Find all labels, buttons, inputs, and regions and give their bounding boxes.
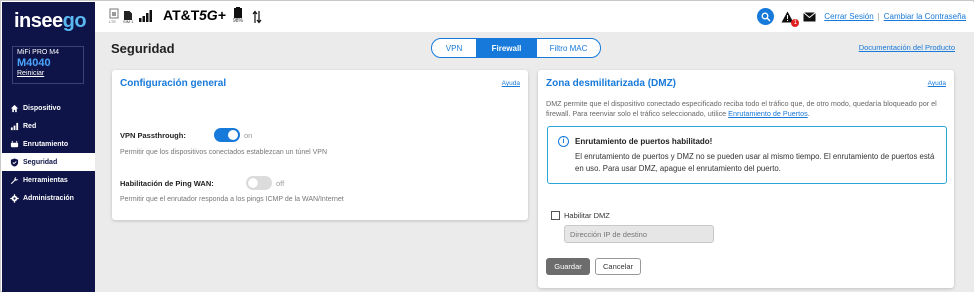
tab-vpn[interactable]: VPN (432, 39, 477, 57)
change-password-link[interactable]: Cambiar la Contraseña (884, 12, 966, 21)
sidebar-nav: Dispositivo Red Enrutamiento Seguridad H… (2, 99, 95, 207)
wan-ping-toggle[interactable] (246, 176, 272, 190)
port-routing-alert: i Enrutamiento de puertos habilitado! El… (547, 126, 947, 184)
wan-ping-description: Permitir que el enrutador responda a los… (120, 196, 344, 203)
carrier-name: AT&T (163, 7, 200, 23)
link-separator: | (877, 12, 880, 21)
sidebar-item-label: Red (23, 122, 37, 130)
info-icon: i (558, 136, 569, 147)
enable-dmz-label: Habilitar DMZ (564, 211, 610, 220)
sim-icon: SIM 1 (123, 8, 137, 24)
sidebar-item-label: Dispositivo (23, 104, 61, 112)
main-content: Seguridad VPN Firewall Filtro MAC Docume… (95, 32, 974, 292)
logo-text: insee (14, 10, 63, 32)
vpn-description: Permitir que los dispositivos conectados… (120, 149, 327, 156)
svg-text:LTE: LTE (109, 19, 116, 24)
search-icon (761, 12, 771, 21)
shield-icon (10, 157, 19, 167)
status-icons: LTE SIM 1 (109, 8, 153, 24)
lte-icon: LTE (109, 8, 119, 24)
gear-icon (10, 193, 19, 203)
toggle-knob (228, 130, 238, 140)
sidebar-item-dispositivo[interactable]: Dispositivo (2, 99, 95, 117)
logo-text-accent: go (62, 10, 87, 32)
alert-body: El enrutamiento de puertos y DMZ no se p… (575, 152, 935, 173)
routing-icon (10, 140, 19, 149)
sidebar-item-seguridad[interactable]: Seguridad (2, 153, 95, 171)
battery-status: 98% (233, 6, 245, 28)
inseego-logo[interactable]: inseego (14, 10, 87, 33)
home-icon (10, 104, 19, 113)
app-window: inseego MiFi PRO M4 M4040 Reiniciar Disp… (0, 0, 974, 292)
sidebar-item-administracion[interactable]: Administración (2, 189, 95, 207)
alerts-button[interactable]: 1 (781, 10, 800, 27)
dmz-card: Zona desmilitarizada (DMZ) Ayuda DMZ per… (538, 70, 954, 288)
cancel-button[interactable]: Cancelar (595, 258, 641, 275)
enable-dmz-checkbox[interactable] (551, 211, 560, 220)
sidebar: inseego MiFi PRO M4 M4040 Reiniciar Disp… (2, 2, 95, 292)
sidebar-item-red[interactable]: Red (2, 117, 95, 135)
battery-percent: 98% (233, 18, 244, 24)
card-title: Zona desmilitarizada (DMZ) (546, 78, 677, 89)
wrench-icon (10, 176, 19, 185)
save-button[interactable]: Guardar (546, 258, 590, 275)
product-docs-link[interactable]: Documentación del Producto (859, 43, 955, 52)
sidebar-item-label: Herramientas (23, 176, 68, 184)
dmz-description-end: . (807, 109, 810, 118)
reboot-link[interactable]: Reiniciar (17, 70, 79, 77)
wan-ping-toggle-state: off (276, 179, 285, 188)
sidebar-item-label: Enrutamiento (23, 140, 69, 148)
device-info: MiFi PRO M4 M4040 Reiniciar (12, 46, 84, 84)
network-type: 5G+ (199, 7, 226, 23)
toggle-knob (248, 178, 258, 188)
device-name: M4040 (17, 57, 51, 69)
vpn-passthrough-label: VPN Passthrough: (120, 131, 186, 140)
sidebar-item-label: Administración (23, 194, 74, 202)
wan-ping-label: Habilitación de Ping WAN: (120, 179, 214, 188)
search-button[interactable] (757, 8, 775, 25)
top-actions: 1 Cerrar Sesión | Cambiar la Contraseña (757, 8, 966, 27)
tab-firewall[interactable]: Firewall (477, 39, 537, 57)
port-routing-link[interactable]: Enrutamiento de Puertos (728, 109, 808, 118)
mail-icon[interactable] (803, 11, 817, 22)
device-model: MiFi PRO M4 (17, 49, 59, 56)
vpn-toggle-state: on (244, 131, 253, 140)
tab-mac-filter[interactable]: Filtro MAC (537, 39, 600, 57)
general-config-card: Configuración general Ayuda VPN Passthro… (112, 70, 528, 220)
top-bar: LTE SIM 1 AT&T 5G+ 98% 1 Cerrar Sesión | (95, 2, 974, 32)
alert-count-badge: 1 (791, 18, 800, 27)
dmz-description: DMZ permite que el dispositivo conectado… (546, 99, 950, 119)
help-link[interactable]: Ayuda (928, 80, 946, 87)
destination-ip-input[interactable] (564, 225, 714, 243)
signal-bars-icon (10, 122, 19, 131)
data-transfer-icon (252, 10, 262, 24)
card-title: Configuración general (120, 78, 227, 89)
security-tabs: VPN Firewall Filtro MAC (431, 38, 601, 58)
page-title: Seguridad (111, 41, 175, 56)
signal-bars-icon (139, 10, 152, 22)
sidebar-item-herramientas[interactable]: Herramientas (2, 171, 95, 189)
alert-title: Enrutamiento de puertos habilitado! (575, 137, 713, 146)
help-link[interactable]: Ayuda (502, 80, 520, 87)
sim-label: SIM 1 (123, 19, 134, 24)
sidebar-item-enrutamiento[interactable]: Enrutamiento (2, 135, 95, 153)
sidebar-item-label: Seguridad (23, 158, 58, 166)
vpn-passthrough-toggle[interactable] (214, 128, 240, 142)
logout-link[interactable]: Cerrar Sesión (824, 12, 873, 21)
